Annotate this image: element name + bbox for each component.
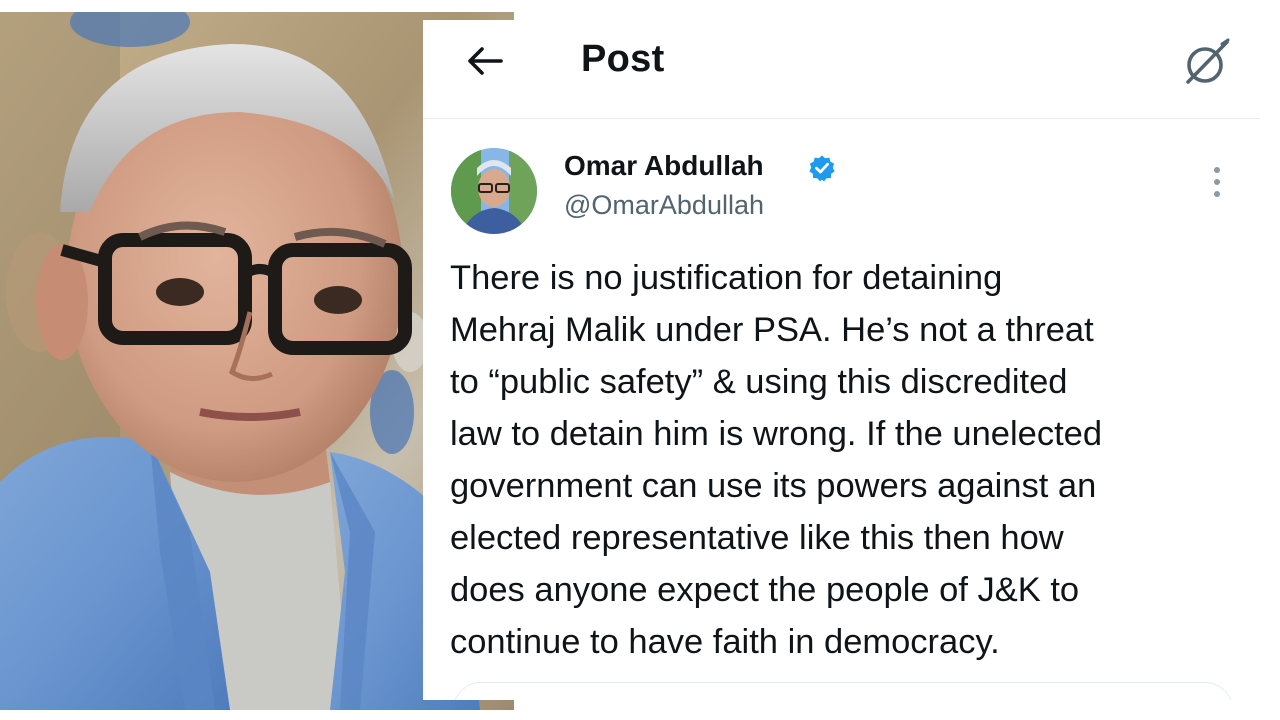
embedded-card-edge — [453, 682, 1233, 700]
tweet-text-line: does anyone expect the people of J&K to — [450, 571, 1080, 609]
back-button[interactable] — [463, 40, 507, 84]
header-divider — [423, 118, 1260, 119]
tweet-text-line: to “public safety” & using this discredi… — [450, 363, 1068, 401]
author-name[interactable]: Omar Abdullah — [564, 150, 764, 182]
page-title: Post — [581, 38, 665, 80]
arrow-left-icon — [468, 47, 503, 75]
author-handle[interactable]: @OmarAbdullah — [564, 190, 764, 221]
top-bar: Post — [423, 20, 1260, 119]
tweet-text-line: elected representative like this then ho… — [450, 519, 1064, 557]
tweet-text-line: law to detain him is wrong. If the unele… — [450, 415, 1103, 453]
tweet-card: Post Omar Abdullah @OmarAbdullah There i… — [423, 20, 1260, 700]
tweet-text-line: government can use its powers against an — [450, 467, 1097, 505]
tweet-text-line: continue to have faith in democracy. — [450, 623, 1000, 661]
grok-button[interactable] — [1181, 36, 1233, 88]
avatar-photo — [451, 148, 537, 234]
tweet-text-line: There is no justification for detaining — [450, 259, 1003, 297]
verified-badge-icon — [808, 154, 836, 182]
avatar[interactable] — [451, 148, 537, 234]
tweet-text: There is no justification for detaining … — [450, 252, 1250, 668]
grok-icon — [1186, 38, 1230, 84]
more-options-button[interactable] — [1205, 165, 1229, 199]
composite-image: Post Omar Abdullah @OmarAbdullah There i… — [0, 0, 1280, 720]
more-vertical-icon — [1214, 167, 1220, 197]
tweet-text-line: Mehraj Malik under PSA. He’s not a threa… — [450, 311, 1094, 349]
